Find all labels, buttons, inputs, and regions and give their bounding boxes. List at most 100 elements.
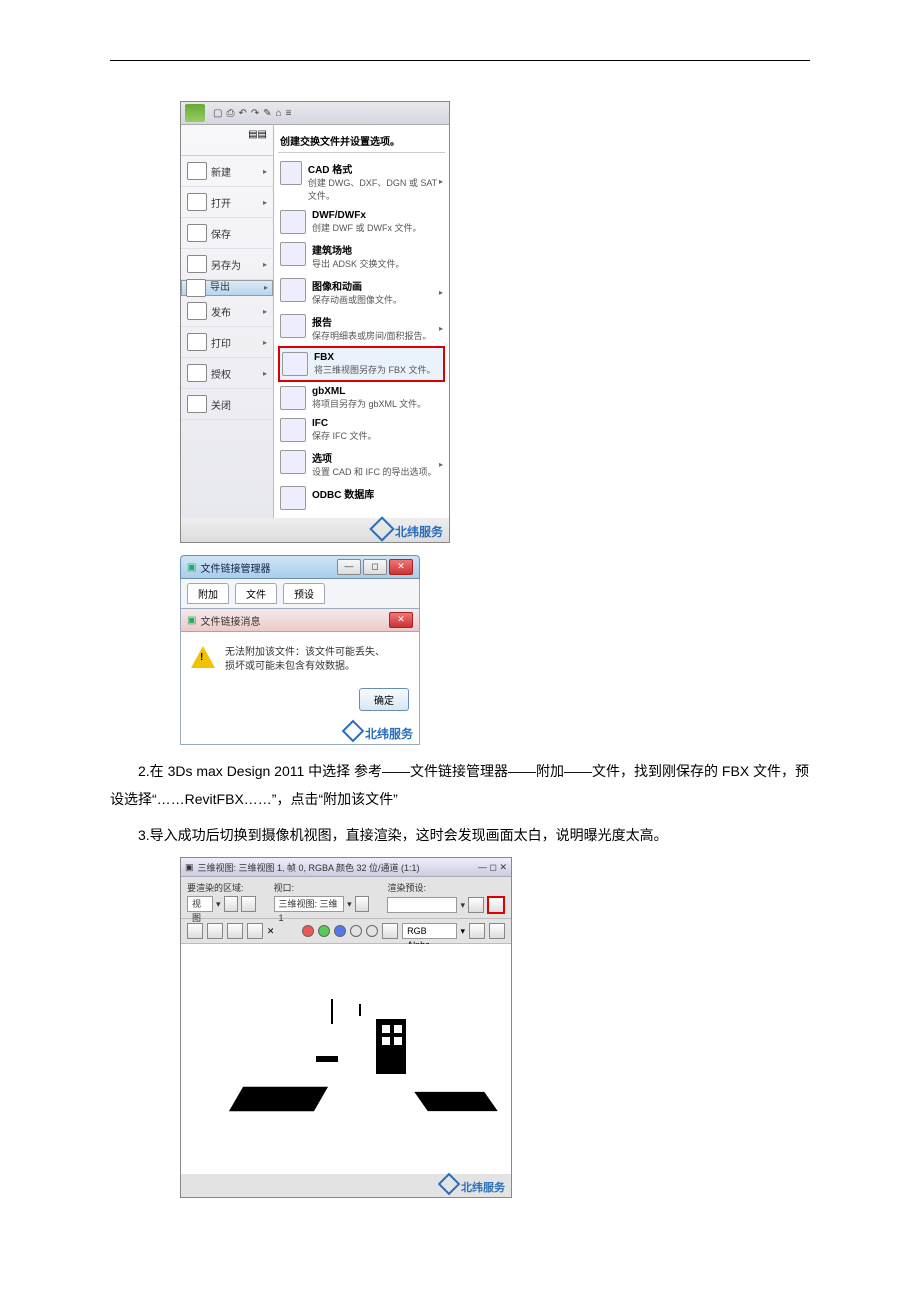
item-title: FBX [314,352,436,363]
channel-g-button[interactable] [318,925,330,937]
watermark: 北纬服务 [181,721,419,744]
select-render-area[interactable]: 视图 [187,896,213,912]
app-menu-left: ▤▤ 新建▸ 打开▸ 保存 另存为▸ 导出▸ 发布▸ 打印▸ 授权▸ 关闭 [181,125,274,518]
paragraph-step3: 3.导入成功后切换到摄像机视图，直接渲染，这时会发现画面太白，说明曝光度太高。 [110,821,810,849]
menu-save-as[interactable]: 另存为 ▸ [181,249,273,280]
tool-button[interactable] [224,896,238,912]
export-site[interactable]: 建筑场地导出 ADSK 交换文件。 [278,238,445,274]
qat-icon[interactable]: ▢ [213,108,222,119]
ok-button[interactable]: 确定 [359,688,409,711]
item-desc: 保存 IFC 文件。 [312,429,377,442]
submenu-arrow-icon: ▸ [439,460,443,469]
qat-icon[interactable]: ≡ [286,108,292,119]
maximize-button[interactable]: ◻ [489,862,496,873]
tool-button[interactable] [489,923,505,939]
watermark: 北纬服务 [181,518,449,542]
qat-icon[interactable]: ✎ [263,108,271,119]
lock-button[interactable] [355,896,370,912]
qat-icon[interactable]: ↷ [251,108,259,119]
menu-label: 另存为 [211,257,241,272]
close-button[interactable]: ✕ [389,559,413,575]
menu-print[interactable]: 打印▸ [181,327,273,358]
tool-button[interactable] [241,896,255,912]
qat-icon[interactable]: ⌂ [276,108,282,119]
odbc-icon [280,486,306,510]
window-title: 文件链接管理器 [200,560,335,575]
channel-b-button[interactable] [334,925,346,937]
select-channel[interactable]: RGB Alpha [402,923,456,939]
window-titlebar: ▣ 文件链接管理器 — ◻ ✕ [180,555,420,579]
minimize-button[interactable]: — [337,559,361,575]
tab-file[interactable]: 文件 [235,583,277,604]
render-button[interactable] [487,896,505,914]
quick-access-toolbar: ▢ ⎙ ↶ ↷ ✎ ⌂ ≡ [181,102,449,125]
tab-preset[interactable]: 预设 [283,583,325,604]
print-icon [187,333,207,351]
qat-icon[interactable]: ↶ [238,108,246,119]
watermark-text: 北纬服务 [461,1182,505,1194]
figure-link-manager: ▣ 文件链接管理器 — ◻ ✕ 附加 文件 预设 ▣ 文件链接消息 ✕ [180,555,810,745]
tool-button[interactable] [469,923,485,939]
print-button[interactable] [247,923,263,939]
open-icon [187,193,207,211]
watermark-text: 北纬服务 [365,727,413,741]
menu-open[interactable]: 打开▸ [181,187,273,218]
item-title: DWF/DWFx [312,210,422,221]
select-viewport[interactable]: 三维视图: 三维 1 [274,896,345,912]
item-title: 报告 [312,314,432,329]
render-titlebar: ▣ 三维视图: 三维视图 1, 帧 0, RGBA 颜色 32 位/通道 (1:… [181,858,511,877]
render-title: 三维视图: 三维视图 1, 帧 0, RGBA 颜色 32 位/通道 (1:1) [198,861,420,874]
menu-export[interactable]: 导出▸ [181,280,273,296]
export-fbx[interactable]: FBX将三维视图另存为 FBX 文件。 [278,346,445,382]
export-cad[interactable]: CAD 格式创建 DWG、DXF、DGN 或 SAT 文件。▸ [278,157,445,206]
menu-new[interactable]: 新建▸ [181,156,273,187]
export-gbxml[interactable]: gbXML将项目另存为 gbXML 文件。 [278,382,445,414]
delete-button[interactable]: ✕ [267,926,275,937]
dropdown-icon[interactable]: ▾ [216,899,221,910]
item-desc: 保存明细表或房间/面积报告。 [312,329,432,342]
new-icon [187,162,207,180]
qat-icon[interactable]: ⎙ [226,108,234,119]
dropdown-icon[interactable]: ▾ [347,899,352,910]
channel-mono-button[interactable] [350,925,362,937]
dropdown-icon[interactable]: ▾ [460,900,465,911]
submenu-arrow-icon: ▸ [439,288,443,297]
dropdown-icon[interactable]: ▾ [461,926,466,937]
tool-button[interactable] [468,897,484,913]
channel-r-button[interactable] [302,925,314,937]
menu-save[interactable]: 保存 [181,218,273,249]
menu-close[interactable]: 关闭 [181,389,273,420]
tool-button[interactable] [382,923,398,939]
submenu-arrow-icon: ▸ [263,167,267,176]
export-options[interactable]: 选项设置 CAD 和 IFC 的导出选项。▸ [278,446,445,482]
menu-license[interactable]: 授权 ▸ [181,358,273,389]
export-report[interactable]: 报告保存明细表或房间/面积报告。 ▸ [278,310,445,346]
close-button[interactable]: ✕ [499,862,507,873]
export-ifc[interactable]: IFC保存 IFC 文件。 [278,414,445,446]
channel-alpha-button[interactable] [366,925,378,937]
watermark-text: 北纬服务 [395,525,443,539]
menu-publish[interactable]: 发布▸ [181,296,273,327]
menu-label: 关闭 [211,397,231,412]
clone-button[interactable] [227,923,243,939]
select-preset[interactable] [387,897,457,913]
tab-attach[interactable]: 附加 [187,583,229,604]
item-desc: 保存动画或图像文件。 [312,293,402,306]
export-image[interactable]: 图像和动画保存动画或图像文件。▸ [278,274,445,310]
save-image-button[interactable] [187,923,203,939]
submenu-arrow-icon: ▸ [263,260,267,269]
submenu-arrow-icon: ▸ [439,324,443,333]
site-icon [280,242,306,266]
maximize-button[interactable]: ◻ [363,559,387,575]
copy-button[interactable] [207,923,223,939]
menu-label: 授权 [211,366,231,381]
item-desc: 将项目另存为 gbXML 文件。 [312,397,426,410]
item-title: IFC [312,418,377,429]
item-desc: 将三维视图另存为 FBX 文件。 [314,363,436,376]
submenu-arrow-icon: ▸ [263,369,267,378]
minimize-button[interactable]: — [478,862,487,872]
export-odbc[interactable]: ODBC 数据库 [278,482,445,514]
export-dwf[interactable]: DWF/DWFx创建 DWF 或 DWFx 文件。 [278,206,445,238]
close-button[interactable]: ✕ [389,612,413,628]
submenu-arrow-icon: ▸ [263,198,267,207]
